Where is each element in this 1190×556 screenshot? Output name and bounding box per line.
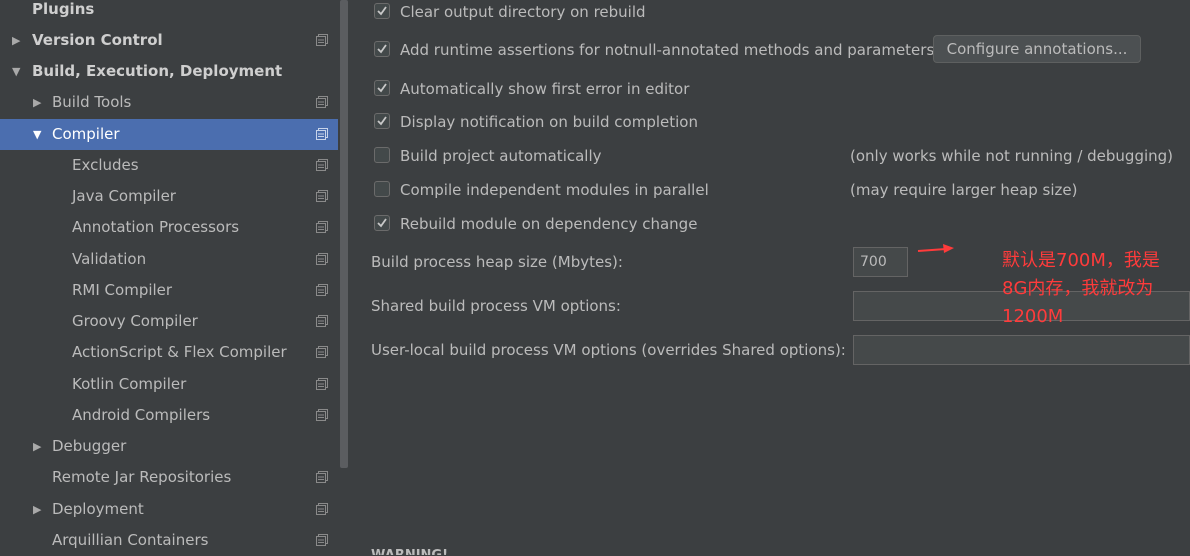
checkbox-rebuild-on-dependency[interactable] [374,215,390,231]
expand-arrow-icon[interactable]: ▶ [12,25,20,56]
checkbox-show-first-error[interactable] [374,80,390,96]
tree-item-build-execution-deployment[interactable]: ▼ Build, Execution, Deployment [0,56,338,87]
tree-item-compiler[interactable]: ▼ Compiler [0,119,350,150]
heap-size-label: Build process heap size (Mbytes): [371,253,623,271]
checkbox-label: Automatically show first error in editor [400,80,690,98]
checkbox-build-automatically[interactable] [374,147,390,163]
annotation-line: 1200M [1002,306,1064,327]
tree-item-excludes[interactable]: Excludes [0,150,338,181]
tree-item-label: Kotlin Compiler [72,375,187,393]
project-scope-icon [316,128,328,140]
settings-tree: Plugins ▶ Version Control ▼ Build, Execu… [0,0,350,556]
annotation-note: 默认是700M，我是 8G内存，我就改为 1200M [1002,247,1160,331]
tree-item-label: Groovy Compiler [72,312,198,330]
tree-item-label: Build, Execution, Deployment [32,62,283,80]
project-scope-icon [316,96,328,108]
tree-item-arquillian-containers[interactable]: Arquillian Containers [0,525,338,556]
parallel-compile-note: (may require larger heap size) [850,181,1078,199]
annotation-line: 8G内存，我就改为 [1002,278,1154,299]
project-scope-icon [316,315,328,327]
checkbox-parallel-compile[interactable] [374,181,390,197]
tree-item-label: Annotation Processors [72,218,240,236]
project-scope-icon [316,503,328,515]
tree-item-label: Plugins [32,0,95,18]
tree-item-label: Validation [72,250,147,268]
project-scope-icon [316,534,328,546]
red-arrow-annotation [917,244,954,253]
checkbox-label: Display notification on build completion [400,113,698,131]
tree-item-version-control[interactable]: ▶ Version Control [0,25,338,56]
tree-item-label: Excludes [72,156,139,174]
expand-arrow-icon[interactable]: ▶ [33,494,41,525]
build-automatically-note: (only works while not running / debuggin… [850,147,1174,165]
tree-item-groovy-compiler[interactable]: Groovy Compiler [0,306,338,337]
tree-item-android-compilers[interactable]: Android Compilers [0,400,338,431]
checkbox-clear-output[interactable] [374,3,390,19]
checkbox-label: Compile independent modules in parallel [400,181,709,199]
tree-item-label: Deployment [52,500,144,518]
tree-item-label: Compiler [52,125,120,143]
expand-arrow-icon[interactable]: ▶ [33,431,41,462]
tree-item-label: Android Compilers [72,406,211,424]
tree-item-label: RMI Compiler [72,281,173,299]
tree-item-label: Java Compiler [72,187,176,205]
tree-item-build-tools[interactable]: ▶ Build Tools [0,87,338,118]
user-vm-options-label: User-local build process VM options (ove… [371,341,846,359]
configure-annotations-button[interactable]: Configure annotations... [933,35,1141,63]
tree-item-label: Debugger [52,437,127,455]
expand-arrow-icon[interactable]: ▶ [33,87,41,118]
project-scope-icon [316,346,328,358]
heap-size-input[interactable]: 700 [853,247,908,277]
tree-item-actionscript-flex-compiler[interactable]: ActionScript & Flex Compiler [0,337,338,368]
tree-item-remote-jar-repositories[interactable]: Remote Jar Repositories [0,462,338,493]
collapse-arrow-icon[interactable]: ▼ [33,119,41,150]
shared-vm-options-label: Shared build process VM options: [371,297,621,315]
checkbox-label: Clear output directory on rebuild [400,3,646,21]
checkbox-runtime-assertions[interactable] [374,41,390,57]
sidebar-scrollbar-thumb[interactable] [340,0,348,468]
checkbox-label: Rebuild module on dependency change [400,215,698,233]
tree-item-debugger[interactable]: ▶ Debugger [0,431,338,462]
warning-heading-cutoff: WARNING! [371,548,448,555]
tree-item-rmi-compiler[interactable]: RMI Compiler [0,275,338,306]
tree-item-label: Remote Jar Repositories [52,468,232,486]
project-scope-icon [316,159,328,171]
project-scope-icon [316,378,328,390]
project-scope-icon [316,253,328,265]
collapse-arrow-icon[interactable]: ▼ [12,56,20,87]
project-scope-icon [316,190,328,202]
checkbox-label: Add runtime assertions for notnull-annot… [400,41,935,59]
checkbox-label: Build project automatically [400,147,602,165]
tree-item-annotation-processors[interactable]: Annotation Processors [0,212,338,243]
checkbox-build-notification[interactable] [374,113,390,129]
tree-item-label: Version Control [32,31,163,49]
tree-item-label: Arquillian Containers [52,531,209,549]
project-scope-icon [316,284,328,296]
project-scope-icon [316,221,328,233]
tree-item-kotlin-compiler[interactable]: Kotlin Compiler [0,369,338,400]
user-vm-options-input[interactable] [853,335,1190,365]
tree-item-label: Build Tools [52,93,132,111]
project-scope-icon [316,409,328,421]
tree-item-java-compiler[interactable]: Java Compiler [0,181,338,212]
tree-item-deployment[interactable]: ▶ Deployment [0,494,338,525]
tree-item-plugins[interactable]: Plugins [0,0,338,25]
project-scope-icon [316,34,328,46]
annotation-line: 默认是700M，我是 [1002,250,1160,271]
tree-item-validation[interactable]: Validation [0,244,338,275]
tree-item-label: ActionScript & Flex Compiler [72,343,287,361]
project-scope-icon [316,471,328,483]
